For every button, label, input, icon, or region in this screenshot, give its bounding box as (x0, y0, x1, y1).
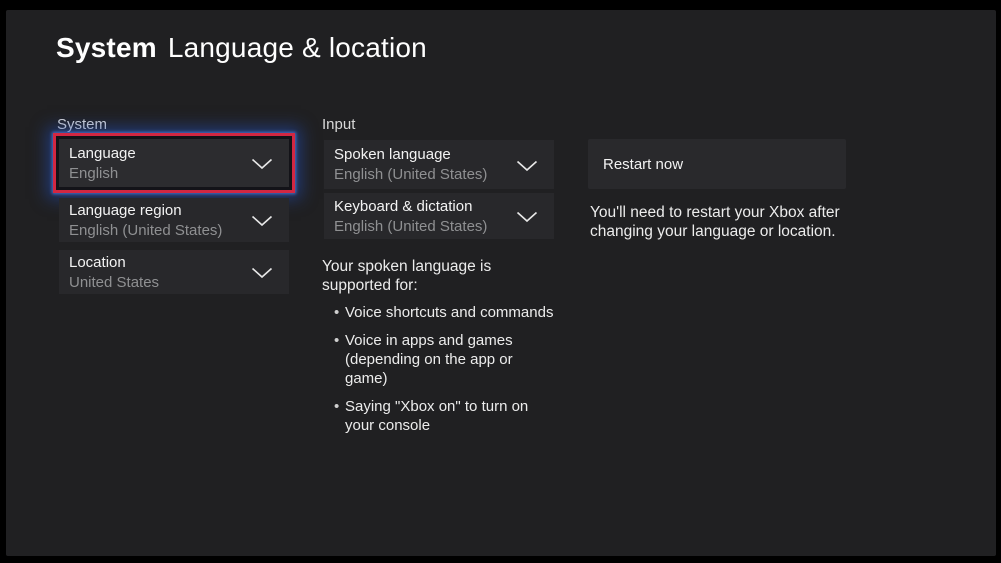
page-title-subpage: Language & location (168, 32, 427, 64)
restart-now-button[interactable]: Restart now (588, 139, 846, 189)
chevron-down-icon (516, 211, 538, 223)
language-dropdown-value: English (69, 165, 136, 182)
spoken-language-dropdown-text: Spoken language English (United States) (334, 146, 487, 183)
location-dropdown-label: Location (69, 254, 159, 271)
xbox-settings-screen: System Language & location System Langua… (0, 0, 1001, 563)
language-region-dropdown-value: English (United States) (69, 222, 222, 239)
keyboard-dictation-dropdown-value: English (United States) (334, 218, 487, 235)
keyboard-dictation-dropdown[interactable]: Keyboard & dictation English (United Sta… (324, 193, 554, 239)
chevron-down-icon (516, 160, 538, 172)
system-column-header: System (57, 116, 107, 133)
restart-now-button-label: Restart now (603, 156, 683, 173)
support-list-item: Saying "Xbox on" to turn on your console (317, 397, 555, 435)
spoken-language-dropdown-value: English (United States) (334, 166, 487, 183)
keyboard-dictation-dropdown-text: Keyboard & dictation English (United Sta… (334, 198, 487, 235)
chevron-down-icon (251, 215, 273, 227)
language-region-dropdown[interactable]: Language region English (United States) (59, 198, 289, 242)
language-dropdown-label: Language (69, 145, 136, 162)
spoken-language-dropdown[interactable]: Spoken language English (United States) (324, 140, 554, 189)
location-dropdown-text: Location United States (69, 254, 159, 291)
input-column-header: Input (322, 116, 355, 133)
keyboard-dictation-dropdown-label: Keyboard & dictation (334, 198, 487, 215)
location-dropdown-value: United States (69, 274, 159, 291)
spoken-language-support-list: Voice shortcuts and commands Voice in ap… (317, 303, 555, 444)
language-dropdown[interactable]: Language English (59, 139, 289, 187)
location-dropdown[interactable]: Location United States (59, 250, 289, 294)
spoken-language-support-intro: Your spoken language is supported for: (322, 257, 564, 295)
support-list-item: Voice shortcuts and commands (317, 303, 555, 322)
chevron-down-icon (251, 158, 273, 170)
page-title: System Language & location (56, 32, 427, 64)
support-list-item: Voice in apps and games (depending on th… (317, 331, 555, 388)
chevron-down-icon (251, 267, 273, 279)
language-dropdown-text: Language English (69, 145, 136, 182)
language-region-dropdown-text: Language region English (United States) (69, 202, 222, 239)
spoken-language-dropdown-label: Spoken language (334, 146, 487, 163)
language-region-dropdown-label: Language region (69, 202, 222, 219)
language-dropdown-focus-ring: Language English (53, 133, 295, 193)
settings-panel: System Language & location System Langua… (6, 10, 996, 556)
page-title-section: System (56, 32, 157, 64)
restart-note: You'll need to restart your Xbox after c… (590, 203, 870, 241)
